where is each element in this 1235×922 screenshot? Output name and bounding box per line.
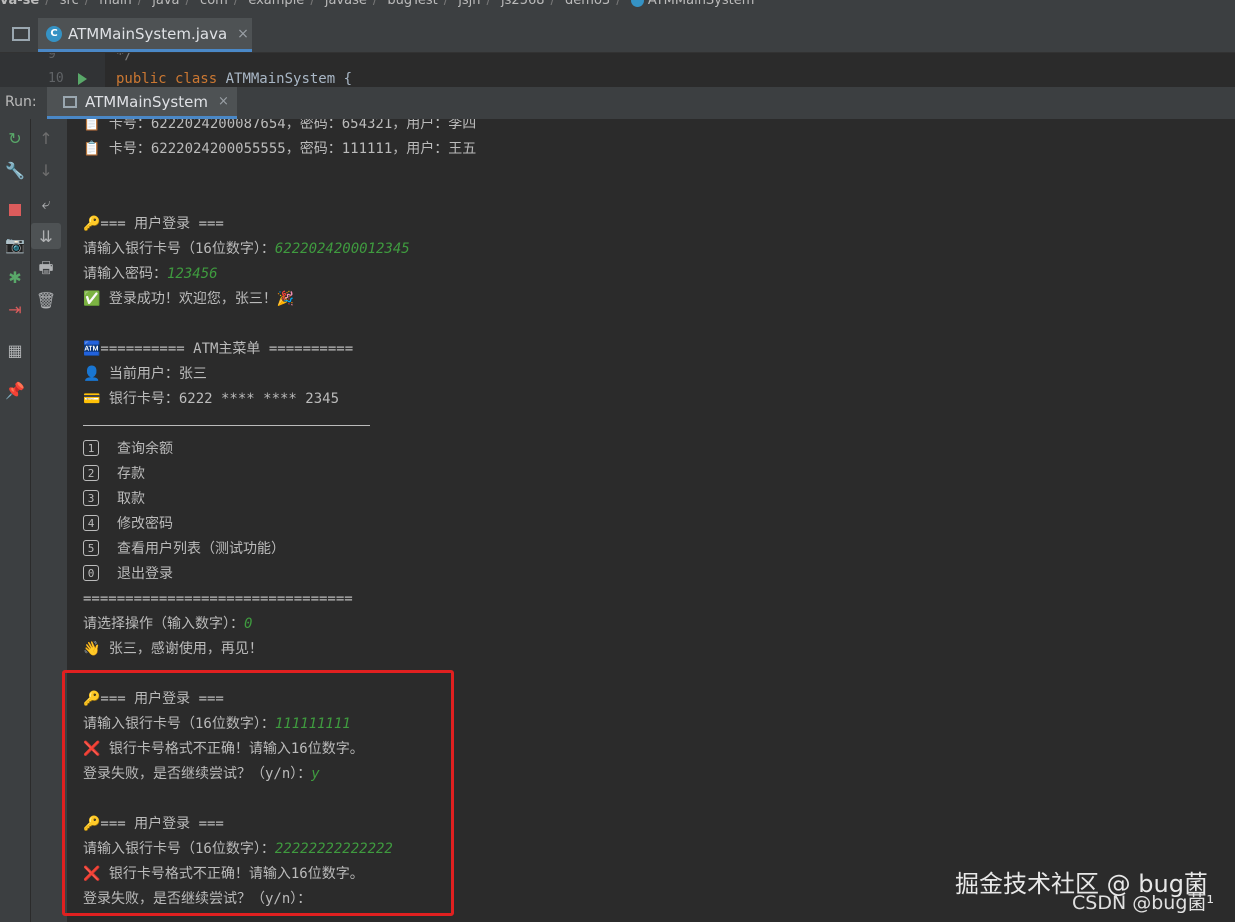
code-editor[interactable]: 9 10 */ public class ATMMainSystem { (0, 53, 1235, 87)
exit-icon[interactable]: ⇥ (0, 296, 30, 322)
trash-icon[interactable]: 🗑 (31, 287, 61, 313)
project-view-icon[interactable] (12, 27, 30, 41)
console-icon (63, 95, 77, 108)
menu-item-label: 查看用户列表（测试功能） (117, 541, 285, 557)
code-line-class-decl: public class ATMMainSystem { (116, 71, 352, 87)
layout-icon[interactable]: ▦ (0, 337, 30, 363)
run-tool-window-header: Run: ATMMainSystem × (0, 87, 1235, 120)
code-keyword: public class (116, 71, 218, 87)
editor-tab-bar: C ATMMainSystem.java × (0, 18, 1235, 53)
menu-item-label: 查询余额 (117, 441, 173, 457)
line-number: 9 (48, 53, 56, 62)
breadcrumb: va-se / src / main / java / com / example / ja… (0, 0, 1235, 18)
prompt-text: 请输入密码： (83, 266, 167, 282)
console-line: ✅ 登录成功！欢迎您，张三！🎉 (83, 291, 295, 307)
menu-item: 4 修改密码 (83, 512, 173, 537)
breadcrumb-path: va-se / src / main / java / com / example / ja… (0, 0, 754, 8)
menu-item-label: 退出登录 (117, 566, 173, 582)
user-input-text: 0 (244, 616, 253, 632)
console-line: 📋 卡号：6222024200087654，密码：654321，用户：李四 (83, 119, 477, 132)
user-input-text: 123456 (167, 266, 218, 282)
console-line: 👋 张三，感谢使用，再见！ (83, 641, 263, 657)
close-icon[interactable]: × (237, 26, 249, 42)
soft-wrap-icon[interactable]: ⤶ (31, 191, 61, 217)
console-line: 请输入密码：123456 (83, 262, 218, 287)
run-tab-label: ATMMainSystem (85, 92, 208, 111)
breadcrumb-item[interactable]: bugTest (387, 0, 437, 8)
run-left-toolbar: ↻ 🔧 📷 ✱ ⇥ ▦ 📌 (0, 119, 31, 922)
wrench-icon[interactable]: 🔧 (0, 157, 30, 183)
code-comment-end: */ (116, 53, 133, 63)
watermark-csdn: CSDN @bug菌¹ (1072, 892, 1214, 914)
console-line: ================================ (83, 591, 353, 607)
menu-item-label: 存款 (117, 466, 145, 482)
console-line: 👤 当前用户：张三 (83, 366, 207, 382)
breadcrumb-item[interactable]: va-se (0, 0, 39, 8)
pin-icon[interactable]: 📌 (0, 377, 30, 403)
user-input-text: 6222024200012345 (274, 241, 410, 257)
console-line: 请选择操作（输入数字）：0 (83, 612, 252, 637)
console-line: 💳 银行卡号：6222 **** **** 2345 (83, 391, 340, 407)
prompt-text: 请输入银行卡号（16位数字）： (83, 241, 275, 257)
console-line: 🏧========== ATM主菜单 ========== (83, 341, 354, 357)
scroll-to-end-icon[interactable]: ⇊ (31, 223, 61, 249)
down-arrow-icon[interactable]: ↓ (31, 157, 61, 183)
code-class-name: ATMMainSystem { (217, 71, 353, 87)
rerun-icon[interactable]: ↻ (0, 125, 30, 151)
highlight-box (62, 670, 454, 916)
camera-icon[interactable]: 📷 (0, 231, 30, 257)
close-icon[interactable]: × (218, 94, 229, 109)
prompt-text: 请选择操作（输入数字）： (83, 616, 244, 632)
breadcrumb-item[interactable]: js2568 (501, 0, 544, 8)
breadcrumb-item[interactable]: com (200, 0, 228, 8)
line-number: 10 (48, 71, 64, 86)
debug-icon[interactable]: ✱ (0, 264, 30, 290)
print-icon[interactable]: 🖶 (31, 257, 61, 283)
menu-item: 2 存款 (83, 462, 145, 487)
breadcrumb-item[interactable]: jsjn (458, 0, 480, 8)
console-line: 请输入银行卡号（16位数字）：6222024200012345 (83, 237, 410, 262)
menu-item-label: 修改密码 (117, 516, 173, 532)
breadcrumb-class-icon (630, 0, 644, 7)
breadcrumb-item[interactable]: java (152, 0, 179, 8)
stop-icon[interactable] (0, 197, 30, 223)
console-line: 🔑=== 用户登录 === (83, 216, 224, 232)
run-tab-atmmainsystem[interactable]: ATMMainSystem × (47, 87, 237, 119)
breadcrumb-item[interactable]: demo3 (565, 0, 610, 8)
breadcrumb-item[interactable]: example (248, 0, 304, 8)
menu-divider (83, 425, 370, 426)
breadcrumb-item[interactable]: main (99, 0, 131, 8)
editor-tab-label: ATMMainSystem.java (68, 24, 228, 43)
breadcrumb-item[interactable]: ATMMainSystem (648, 0, 755, 8)
keycap-0-icon: 0 (83, 565, 99, 581)
keycap-1-icon: 1 (83, 440, 99, 456)
run-label: Run: (5, 94, 37, 110)
keycap-4-icon: 4 (83, 515, 99, 531)
keycap-2-icon: 2 (83, 465, 99, 481)
menu-item: 3 取款 (83, 487, 145, 512)
editor-gutter: 9 10 (0, 53, 105, 87)
breadcrumb-item[interactable]: src (60, 0, 79, 8)
java-class-icon: C (46, 25, 62, 42)
menu-item: 0 退出登录 (83, 562, 173, 587)
up-arrow-icon[interactable]: ↑ (31, 125, 61, 151)
console-line: 📋 卡号：6222024200055555，密码：111111，用户：王五 (83, 141, 477, 157)
keycap-3-icon: 3 (83, 490, 99, 506)
editor-tab-atmmainsystem[interactable]: C ATMMainSystem.java × (38, 18, 252, 52)
run-gutter-icon[interactable] (78, 73, 87, 85)
breadcrumb-item[interactable]: javase (325, 0, 367, 8)
menu-item: 5 查看用户列表（测试功能） (83, 537, 285, 562)
menu-item-label: 取款 (117, 491, 145, 507)
menu-item: 1 查询余额 (83, 437, 173, 462)
keycap-5-icon: 5 (83, 540, 99, 556)
